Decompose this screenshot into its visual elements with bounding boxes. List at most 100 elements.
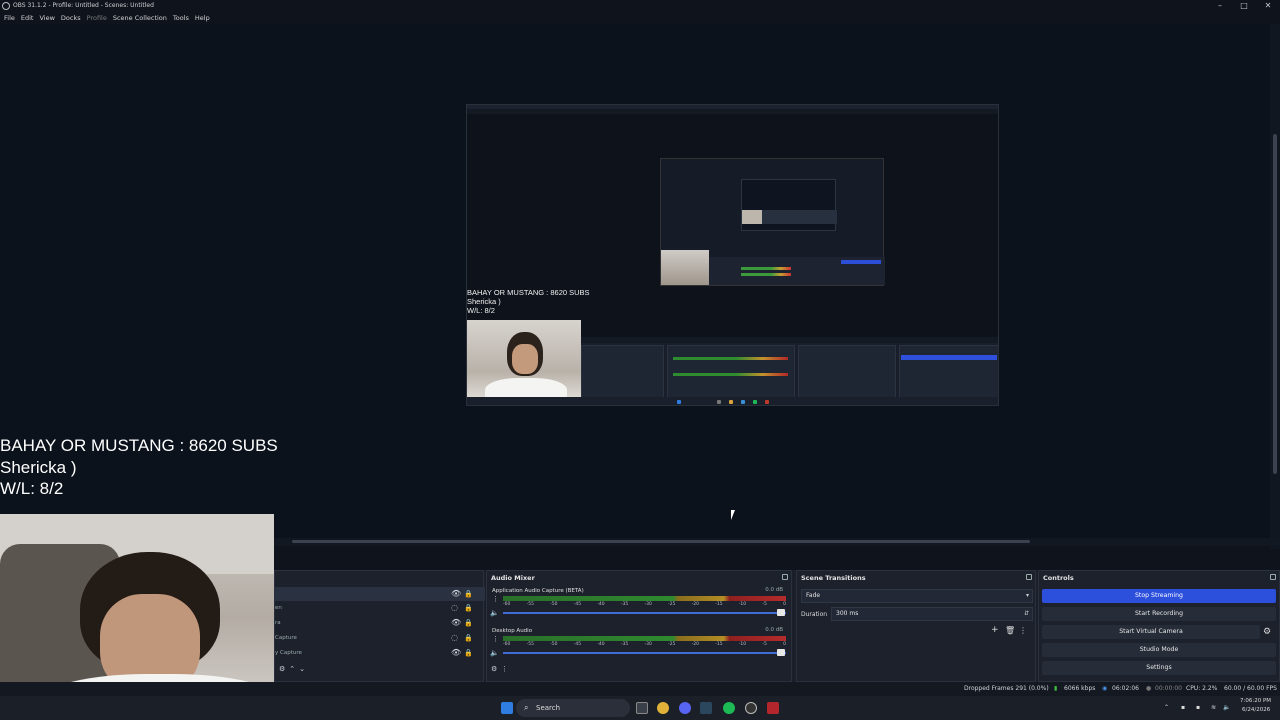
virtual-camera-gear-icon[interactable]: ⚙ <box>1263 627 1271 637</box>
wifi-icon[interactable]: ≋ <box>1211 702 1216 714</box>
move-up-icon[interactable]: ⌃ <box>289 665 295 675</box>
volume-fader-handle[interactable] <box>777 649 785 656</box>
volume-fader-handle[interactable] <box>777 609 785 616</box>
lock-icon[interactable]: 🔒 <box>464 649 473 657</box>
transition-menu-icon[interactable]: ⋮ <box>1019 626 1027 635</box>
start-virtual-camera-button[interactable]: Start Virtual Camera <box>1042 625 1260 639</box>
overlay-line-title: BAHAY OR MUSTANG : 8620 SUBS <box>0 436 278 455</box>
tray-app-icon[interactable]: ▪ <box>1181 702 1185 714</box>
lock-icon[interactable]: 🔒 <box>464 604 473 612</box>
tray-app-icon[interactable]: ▪ <box>1196 702 1200 714</box>
move-down-icon[interactable]: ⌄ <box>299 665 305 675</box>
mixer-settings-icon[interactable]: ⚙ <box>491 665 497 675</box>
app-icon[interactable] <box>767 702 779 714</box>
signal-icon: ▮ <box>1054 685 1058 692</box>
scrollbar-thumb[interactable] <box>292 540 1030 543</box>
controls-dock: Controls Stop Streaming Start Recording … <box>1038 570 1280 682</box>
nested-webcam <box>467 320 581 405</box>
window-title: OBS 31.1.2 - Profile: Untitled - Scenes:… <box>13 2 154 9</box>
windows-start-icon[interactable] <box>501 702 513 714</box>
volume-fader[interactable] <box>503 612 786 614</box>
meter-tick: -60 <box>503 642 511 647</box>
add-transition-icon[interactable]: + <box>991 625 999 635</box>
nested-start-icon <box>677 400 681 404</box>
scrollbar-thumb[interactable] <box>1273 134 1277 474</box>
source-row[interactable]: y Capture 👁 🔒 <box>275 646 485 660</box>
gear-icon[interactable]: ⚙ <box>279 665 285 675</box>
preview-vertical-scrollbar[interactable] <box>1270 24 1280 549</box>
record-icon: ● <box>1146 685 1152 692</box>
nested-app-icon <box>717 400 721 404</box>
menu-help[interactable]: Help <box>191 12 210 24</box>
mixer-menu-icon[interactable]: ⋮ <box>501 665 508 675</box>
undock-icon[interactable] <box>782 574 788 580</box>
volume-icon[interactable]: 🔈 <box>1223 702 1230 714</box>
eye-icon[interactable]: 👁 <box>451 649 461 657</box>
title-bar: OBS 31.1.2 - Profile: Untitled - Scenes:… <box>0 0 1280 12</box>
menu-docks[interactable]: Docks <box>57 12 81 24</box>
obs-taskbar-icon[interactable] <box>745 702 757 714</box>
undock-icon[interactable] <box>1026 574 1032 580</box>
spotify-icon[interactable] <box>723 702 735 714</box>
maximize-icon[interactable]: □ <box>1232 0 1256 12</box>
meter-tick: -30 <box>644 602 652 607</box>
window-controls: – □ ✕ <box>1208 0 1280 12</box>
source-row[interactable]: 👁 🔒 <box>275 587 485 601</box>
studio-mode-button[interactable]: Studio Mode <box>1042 643 1276 657</box>
channel-menu-icon[interactable]: ⋮ <box>492 596 499 603</box>
lock-icon[interactable]: 🔒 <box>464 590 473 598</box>
start-recording-button[interactable]: Start Recording <box>1042 607 1276 621</box>
stop-streaming-button[interactable]: Stop Streaming <box>1042 589 1276 603</box>
taskbar-search[interactable]: ⌕ Search <box>516 699 630 717</box>
steam-icon[interactable] <box>700 702 712 714</box>
close-icon[interactable]: ✕ <box>1256 0 1280 12</box>
channel-db: 0.0 dB <box>765 627 783 633</box>
transition-select[interactable]: Fade ▾ <box>801 589 1033 603</box>
meter-tick: -25 <box>668 642 676 647</box>
chrome-icon[interactable] <box>657 702 669 714</box>
source-name: en <box>275 605 282 611</box>
channel-menu-icon[interactable]: ⋮ <box>492 636 499 643</box>
source-row[interactable]: Capture ◌ 🔒 <box>275 631 485 645</box>
lock-icon[interactable]: 🔒 <box>464 619 473 627</box>
settings-button[interactable]: Settings <box>1042 661 1276 675</box>
menu-tools[interactable]: Tools <box>169 12 189 24</box>
nested-app-icon <box>741 400 745 404</box>
menu-edit[interactable]: Edit <box>17 12 34 24</box>
lock-icon[interactable]: 🔒 <box>464 634 473 642</box>
discord-icon[interactable] <box>679 702 691 714</box>
minimize-icon[interactable]: – <box>1208 0 1232 12</box>
nested-overlay-line: BAHAY OR MUSTANG : 8620 SUBS <box>467 288 590 297</box>
eye-icon[interactable]: 👁 <box>451 619 461 627</box>
trash-icon[interactable]: 🗑 <box>1005 626 1015 635</box>
nested-inner-meter <box>741 267 791 270</box>
spin-arrows-icon[interactable]: ⇵ <box>1024 608 1029 620</box>
eye-hidden-icon[interactable]: ◌ <box>451 604 458 612</box>
duration-spinbox[interactable]: 300 ms ⇵ <box>831 607 1033 621</box>
speaker-icon[interactable]: 🔈 <box>490 649 499 657</box>
meter-tick: -45 <box>573 642 582 647</box>
source-row[interactable]: ra 👁 🔒 <box>275 616 485 630</box>
eye-icon[interactable]: 👁 <box>451 590 461 598</box>
meter-tick: -50 <box>550 602 558 607</box>
search-placeholder: Search <box>536 704 561 712</box>
menu-scene-collection[interactable]: Scene Collection <box>109 12 167 24</box>
audio-mixer-title: Audio Mixer <box>491 574 535 582</box>
nested-overlay-text: BAHAY OR MUSTANG : 8620 SUBS Shericka ) … <box>467 288 590 315</box>
text-overlay-source: BAHAY OR MUSTANG : 8620 SUBS Shericka ) … <box>0 435 278 500</box>
clock-time[interactable]: 7:06:20 PM <box>1240 697 1271 706</box>
search-icon: ⌕ <box>524 703 529 712</box>
menu-view[interactable]: View <box>35 12 54 24</box>
speaker-icon[interactable]: 🔈 <box>490 609 499 617</box>
menu-file[interactable]: File <box>0 12 15 24</box>
source-row[interactable]: en ◌ 🔒 <box>275 601 485 615</box>
clock-date[interactable]: 6/24/2026 <box>1242 706 1270 715</box>
menu-profile[interactable]: Profile <box>83 12 107 24</box>
undock-icon[interactable] <box>1270 574 1276 580</box>
tray-chevron-icon[interactable]: ⌃ <box>1164 702 1169 714</box>
meter-tick: -40 <box>597 642 605 647</box>
task-view-icon[interactable] <box>636 702 648 714</box>
eye-hidden-icon[interactable]: ◌ <box>451 634 458 642</box>
meter-tick: -55 <box>526 602 534 607</box>
volume-fader[interactable] <box>503 652 786 654</box>
